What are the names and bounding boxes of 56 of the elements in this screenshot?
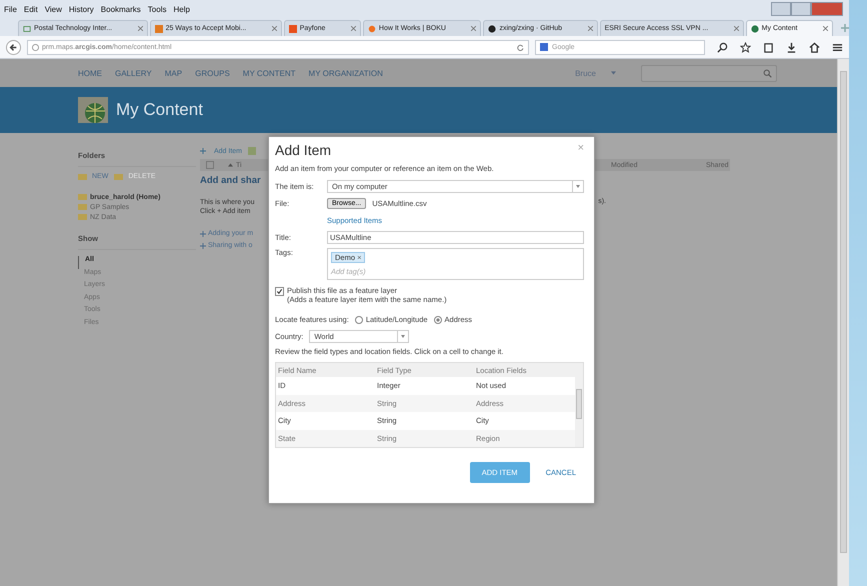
empty-state-heading: Add and shar: [200, 175, 262, 186]
search-engine-icon: [540, 43, 548, 51]
menu-item[interactable]: Help: [173, 4, 190, 14]
new-tab-icon[interactable]: [840, 24, 849, 32]
radio-button[interactable]: [434, 316, 442, 324]
clipboard-icon[interactable]: [763, 42, 774, 52]
search-icon: [763, 68, 772, 78]
folder-icon: [78, 174, 87, 180]
nav-link[interactable]: GALLERY: [115, 68, 152, 78]
close-icon[interactable]: [822, 26, 828, 31]
scrollbar[interactable]: [575, 377, 583, 447]
close-button[interactable]: ×: [578, 142, 584, 154]
close-icon[interactable]: [588, 26, 593, 31]
radio-button[interactable]: [354, 316, 363, 324]
nav-link[interactable]: MY ORGANIZATION: [308, 68, 383, 78]
search-icon[interactable]: [717, 42, 728, 52]
page-title: My Content: [116, 100, 203, 120]
menu-item[interactable]: Tools: [148, 4, 166, 14]
page-icon: [23, 24, 31, 32]
minimize-icon[interactable]: [771, 2, 791, 16]
close-icon[interactable]: [734, 26, 739, 31]
maximize-icon[interactable]: [791, 2, 811, 16]
star-icon[interactable]: [740, 42, 751, 52]
plus-icon: [200, 243, 206, 249]
dot-icon: [368, 24, 376, 32]
plus-icon: [200, 148, 206, 154]
plus-icon: [200, 231, 206, 237]
close-icon[interactable]: [272, 26, 277, 31]
square-icon: [288, 24, 297, 32]
search-field[interactable]: [641, 64, 777, 82]
checkbox[interactable]: [275, 287, 284, 296]
sort-arrow-icon: [228, 163, 233, 167]
nav-link[interactable]: HOME: [78, 68, 102, 78]
menu-icon[interactable]: [832, 42, 843, 52]
menu-item[interactable]: Edit: [24, 4, 38, 14]
home-icon[interactable]: [809, 42, 820, 52]
menu-item[interactable]: File: [4, 4, 17, 14]
close-icon[interactable]: [471, 26, 476, 31]
close-icon[interactable]: [350, 26, 356, 31]
back-icon[interactable]: [6, 40, 21, 54]
caret-icon[interactable]: [611, 71, 616, 75]
menu-item[interactable]: Bookmarks: [100, 4, 141, 14]
scrollbar[interactable]: [837, 59, 849, 586]
nav-link[interactable]: MAP: [164, 68, 182, 78]
checkbox[interactable]: [206, 161, 214, 169]
nav-link[interactable]: GROUPS: [195, 68, 230, 78]
favicon-icon: [154, 24, 163, 32]
nav-link[interactable]: MY CONTENT: [242, 68, 296, 78]
caret-icon: [572, 181, 583, 192]
download-icon[interactable]: [786, 42, 797, 52]
menu-item[interactable]: History: [68, 4, 94, 14]
folder-icon: [114, 174, 124, 180]
reload-icon[interactable]: [517, 44, 524, 50]
dialog-title: Add Item: [275, 142, 332, 158]
close-icon[interactable]: [138, 26, 143, 31]
menu-item[interactable]: View: [44, 4, 62, 14]
